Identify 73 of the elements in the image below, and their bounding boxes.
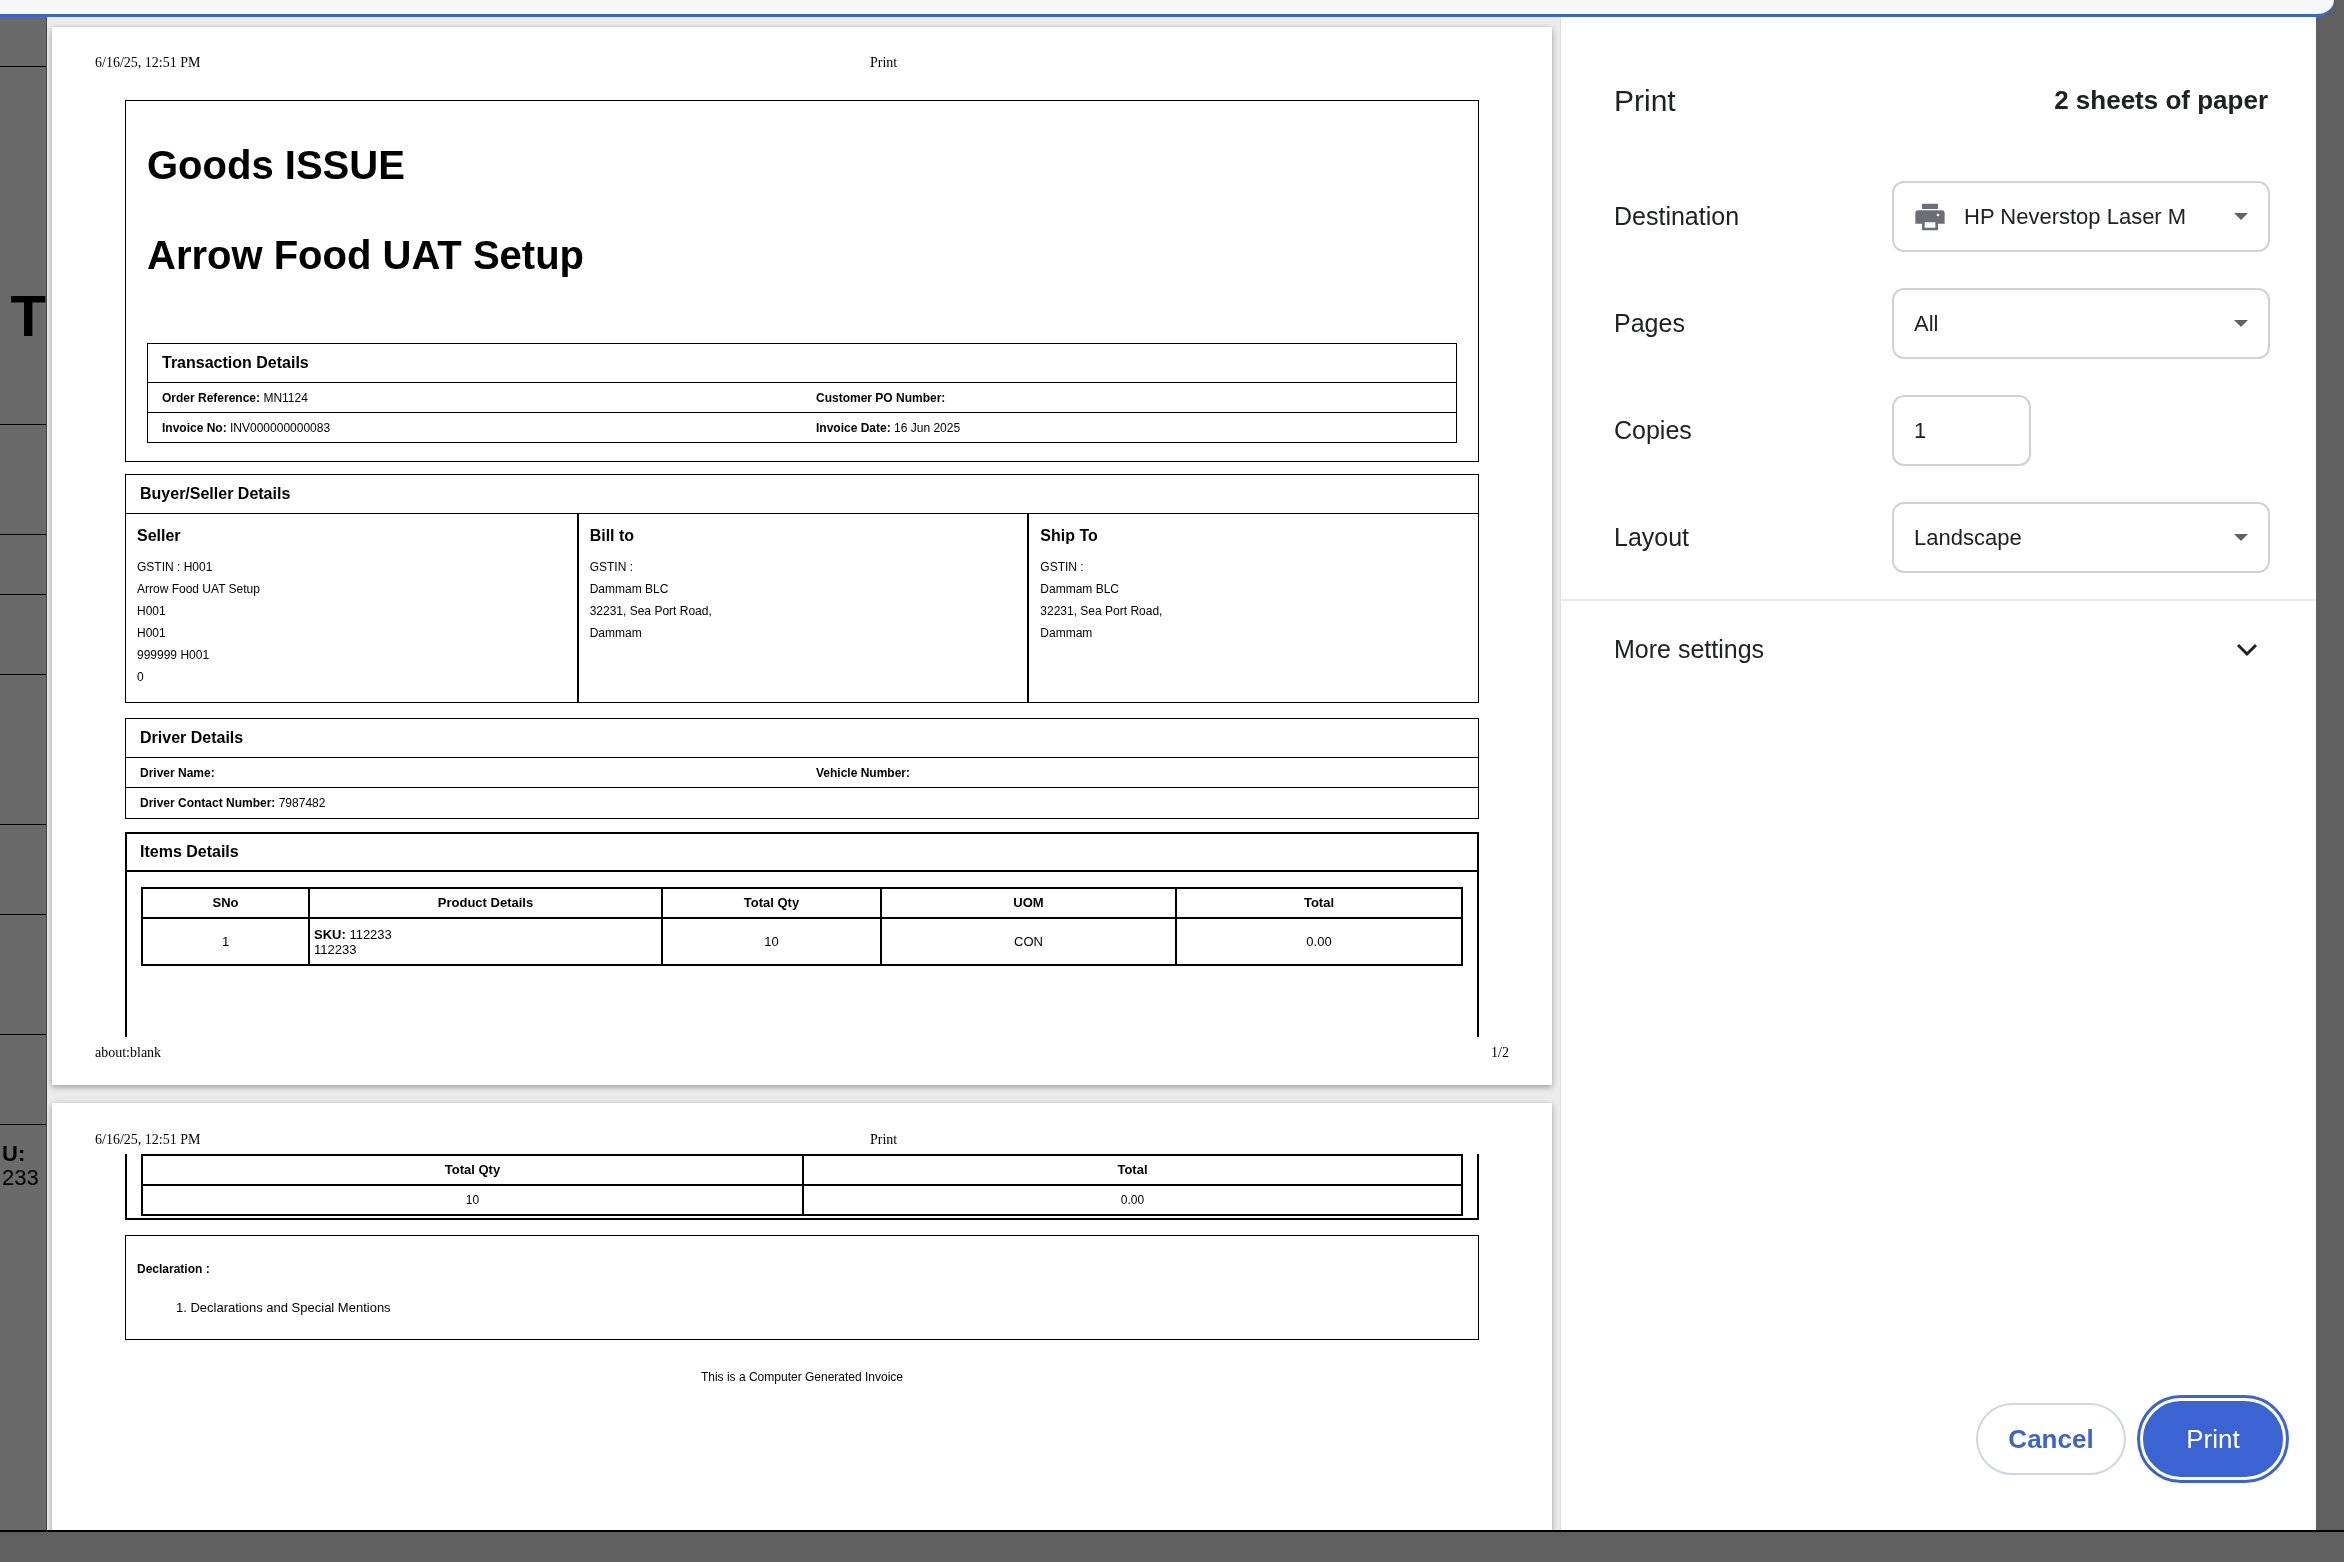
print-date: 6/16/25, 12:51 PM <box>95 1130 201 1149</box>
caret-icon <box>2234 320 2248 327</box>
column-header: SNo <box>212 894 239 913</box>
field-text: Driver Name: <box>140 764 215 782</box>
chevron-icon <box>2236 643 2258 657</box>
address-line: 0 <box>137 669 145 686</box>
print-button[interactable]: Print <box>2140 1398 2286 1480</box>
address-line: Dammam <box>1040 625 1094 642</box>
address-line: Arrow Food UAT Setup <box>137 581 261 598</box>
page-url: about:blank <box>95 1044 162 1062</box>
section-title: Transaction Details <box>162 353 309 373</box>
declaration-label: Declaration : <box>137 1261 211 1278</box>
address-line: 32231, Sea Port Road, <box>589 603 713 620</box>
column-header: Total Qty <box>444 1161 501 1180</box>
field-text: Vehicle Number: <box>816 764 911 782</box>
footer-note: This is a Computer Generated Invoice <box>700 1369 904 1386</box>
background-text: T <box>10 287 46 345</box>
address-line: H001 <box>137 603 167 620</box>
column-heading: Ship To <box>1040 526 1099 546</box>
dropdown[interactable]: Landscape <box>1892 502 2270 573</box>
table-cell: SKU: 112233 112233 <box>314 926 392 957</box>
section-title: Driver Details <box>140 728 244 748</box>
field-text: Invoice No: INV000000000083 <box>162 419 331 437</box>
company-name: Arrow Food UAT Setup <box>147 235 585 275</box>
column-header: UOM <box>1013 894 1044 913</box>
field-text: Driver Contact Number: 7987482 <box>140 795 326 812</box>
table-cell-text: 0.00 <box>1120 1192 1145 1209</box>
table-cell: CON <box>1014 934 1043 949</box>
address-line: GSTIN : <box>589 559 634 576</box>
background-text: U: <box>1 1143 27 1165</box>
panel-title: Print <box>1614 82 1676 119</box>
column-header: Total <box>1303 894 1335 913</box>
setting-label: Pages <box>1614 307 1686 339</box>
cancel-button[interactable]: Cancel <box>1976 1403 2126 1475</box>
table-cell: 10 <box>764 934 779 949</box>
address-line: Dammam <box>589 625 643 642</box>
page-number: 1/2 <box>1491 1044 1509 1062</box>
address-line: Dammam BLC <box>589 581 670 598</box>
field-text: Customer PO Number: <box>816 389 946 407</box>
print-date: 6/16/25, 12:51 PM <box>95 53 201 72</box>
background-text: 233 <box>1 1167 40 1189</box>
column-header: Total Qty <box>743 894 800 913</box>
print-header-title: Print <box>870 53 898 72</box>
declaration-item: 1. Declarations and Special Mentions <box>176 1299 392 1317</box>
section-title: Buyer/Seller Details <box>140 484 291 504</box>
more-settings-toggle[interactable]: More settings <box>1561 601 2316 699</box>
sheet-count: 2 sheets of paper <box>2054 83 2268 117</box>
field-text: Invoice Date: 16 Jun 2025 <box>816 419 961 437</box>
copies-field[interactable]: 1 <box>1892 395 2031 466</box>
document-title: Goods ISSUE <box>147 145 406 185</box>
column-heading: Bill to <box>589 526 636 546</box>
address-line: GSTIN : H001 <box>137 559 214 576</box>
setting-label: Copies <box>1614 414 1693 446</box>
column-heading: Seller <box>137 526 182 546</box>
setting-label: Destination <box>1614 200 1741 232</box>
dropdown[interactable]: All <box>1892 288 2270 359</box>
table-cell: 1 <box>221 934 230 949</box>
setting-label: Layout <box>1614 521 1691 553</box>
address-line: H001 <box>137 625 167 642</box>
caret-icon <box>2234 213 2248 220</box>
table-cell-text: 10 <box>465 1192 480 1209</box>
column-header: Total <box>1117 1161 1148 1180</box>
caret-icon <box>2234 534 2248 541</box>
dropdown[interactable]: HP Neverstop Laser M <box>1892 181 2270 252</box>
print-header-title: Print <box>870 1130 898 1149</box>
address-line: GSTIN : <box>1040 559 1085 576</box>
field-text: Order Reference: MN1124 <box>162 389 308 407</box>
table-cell: 0.00 <box>1306 934 1332 949</box>
column-header: Product Details <box>437 894 534 913</box>
address-line: 32231, Sea Port Road, <box>1040 603 1164 620</box>
address-line: Dammam BLC <box>1040 581 1120 598</box>
address-line: 999999 H001 <box>137 647 211 664</box>
section-title: Items Details <box>140 842 239 862</box>
